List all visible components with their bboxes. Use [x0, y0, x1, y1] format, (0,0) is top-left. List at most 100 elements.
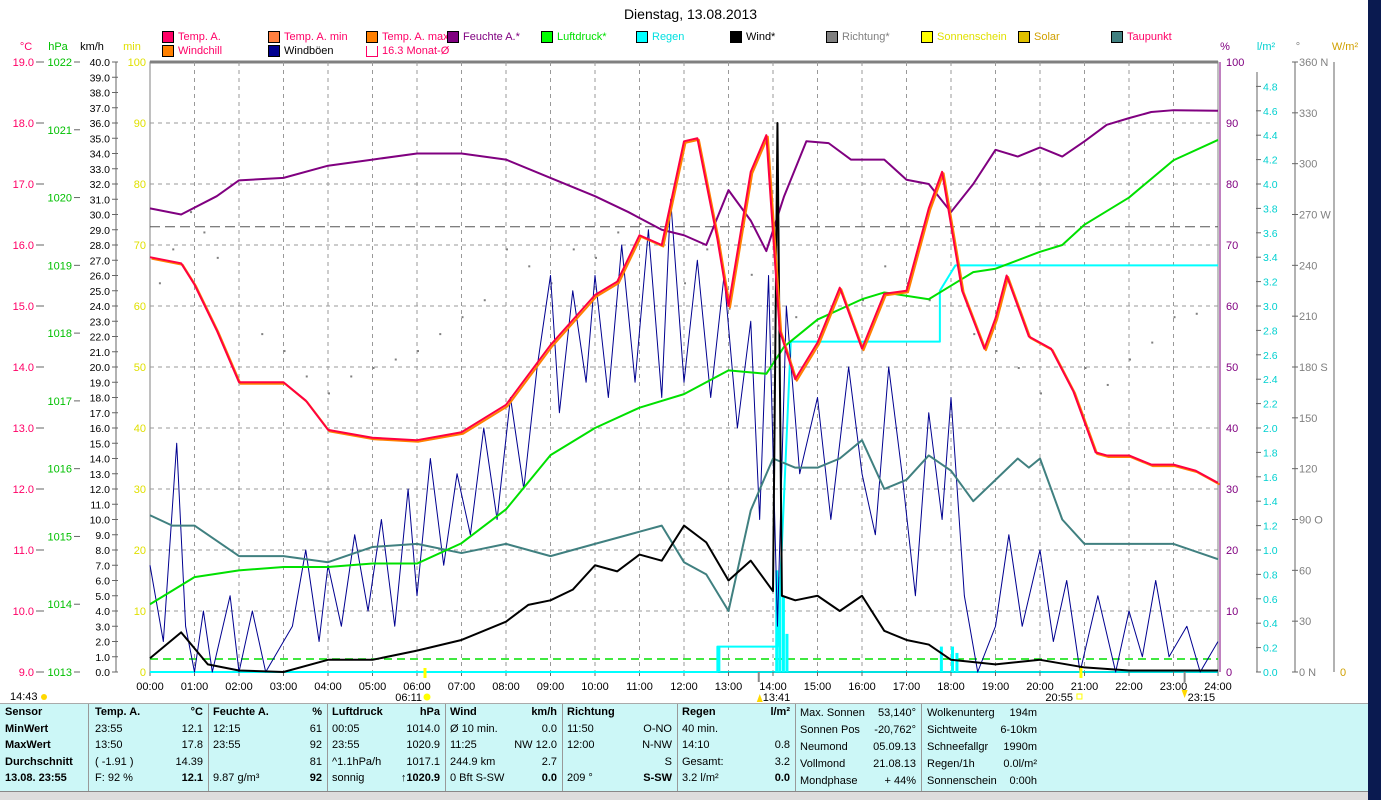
solar-unit: W/m²: [1332, 41, 1359, 53]
wind-tick-label: 35.0: [90, 133, 111, 145]
cell-value: 2.7: [541, 755, 557, 768]
stats-table: Sensor MinWert MaxWert Durchschnitt 13.0…: [0, 703, 1368, 792]
wind-tick-label: 20.0: [90, 362, 111, 374]
rain-tick-label: 3.2: [1263, 277, 1278, 289]
rain-tick-label: 0.2: [1263, 643, 1278, 655]
direction-point: [461, 316, 464, 319]
table-row: 244.9 km 2.7: [445, 754, 562, 771]
table-row: F: 92 % 12.1: [90, 770, 208, 787]
cell-value: 92: [309, 739, 322, 752]
temp-tick-label: 17.0: [13, 179, 34, 191]
direction-point: [190, 211, 193, 214]
cell: MaxWert: [5, 739, 51, 752]
min-tick-label: 100: [128, 57, 146, 69]
rain-tick-label: 4.4: [1263, 130, 1278, 142]
direction-point: [706, 248, 709, 251]
solar-tick-label: 0: [1340, 667, 1346, 679]
col-dir: Richtung 11:50 O-NO 12:00 N-NW S 209 ° S-SW: [562, 704, 678, 792]
wind-tick-label: 36.0: [90, 118, 111, 130]
pressure-tick-label: 1021: [48, 125, 72, 137]
table-row: S: [562, 754, 677, 771]
temp-tick-label: 9.0: [19, 667, 34, 679]
cell-value: O-NO: [643, 722, 672, 735]
col-rain: Regen l/m² 40 min. 14:10 0.8 Gesamt: 3.2 3.2 l/…: [677, 704, 796, 792]
chart-canvas: 19.0 18.0 17.0 16.0 15.0 14.0 13.0 12.0 11.0 10.0…: [10, 41, 1359, 703]
cell: 244.9 km: [450, 755, 496, 768]
cell: 209 °: [567, 772, 593, 785]
header-label: Feuchte A.: [213, 706, 269, 719]
temp-tick-label: 16.0: [13, 240, 34, 252]
cell: 11:25: [450, 739, 477, 752]
direction-tick-label: 360 N: [1299, 57, 1328, 69]
table-row: sonnig ↑1020.9: [327, 770, 445, 787]
pressure-tick-label: 1014: [48, 599, 72, 611]
pressure-tick-label: 1016: [48, 464, 72, 476]
rain-tick-label: 4.8: [1263, 81, 1278, 93]
cell-value: 0.0: [541, 772, 557, 785]
cell-value: 3.2: [774, 755, 790, 768]
rain-tick-label: 4.0: [1263, 179, 1278, 191]
table-row: Mondphase + 44%: [795, 772, 921, 789]
sun-icon: [423, 693, 431, 701]
wind-tick-label: 31.0: [90, 194, 111, 206]
cell-value: 05.09.13: [873, 740, 916, 753]
cell: 00:05: [332, 722, 360, 735]
col-misc: Wolkenunterg 194m Sichtweite 6-10km Schneefa…: [922, 704, 1042, 792]
time-tick-label: 07:00: [448, 681, 476, 693]
direction-point: [203, 231, 206, 234]
direction-point: [1084, 367, 1087, 369]
humidity-tick-label: 0: [1226, 667, 1232, 679]
col-press: Luftdruck hPa 00:05 1014.0 23:55 1020.9 ^1.1hP…: [327, 704, 446, 792]
direction-point: [1106, 383, 1109, 386]
table-row: 11:50 O-NO: [562, 721, 677, 738]
time-tick-label: 22:00: [1115, 681, 1143, 693]
time-tick-label: 05:00: [359, 681, 387, 693]
direction-point: [684, 282, 686, 285]
rain-tick-label: 4.6: [1263, 106, 1278, 118]
wind-tick-label: 30.0: [90, 210, 111, 222]
table-row: 13:50 17.8: [90, 737, 208, 754]
cell: 40 min.: [682, 722, 719, 735]
cell: Ø 10 min.: [450, 722, 498, 735]
direction-point: [1129, 358, 1131, 361]
min-tick-label: 70: [134, 240, 146, 252]
wind-tick-label: 23.0: [90, 316, 111, 328]
cell-value: 0.0: [541, 722, 557, 735]
direction-point: [305, 375, 308, 378]
cell: ^1.1hPa/h: [332, 755, 382, 768]
direction-point: [483, 299, 486, 302]
humidity-tick-label: 30: [1226, 484, 1238, 496]
direction-point: [158, 282, 161, 285]
col-wind: Wind km/h Ø 10 min. 0.0 11:25 NW 12.0 244.9 km…: [445, 704, 563, 792]
min-unit: min: [123, 41, 141, 53]
humidity-tick-label: 10: [1226, 606, 1238, 618]
col-hum: Feuchte A.% 12:15 61 23:55 92 81 9.87 g/m³ 92: [208, 704, 328, 792]
direction-point: [372, 367, 375, 369]
direction-point: [973, 333, 976, 336]
cell: Sensor: [5, 706, 43, 719]
direction-point: [350, 375, 353, 378]
table-row: 23:55 1020.9: [327, 737, 445, 754]
direction-point: [639, 222, 642, 225]
cell-value: ↑1020.9: [400, 772, 440, 785]
header-label: Temp. A.: [95, 706, 141, 719]
wind-tick-label: 27.0: [90, 255, 111, 267]
wind-tick-label: 37.0: [90, 103, 111, 115]
rain-bar: [785, 633, 789, 672]
rain-tick-label: 0.0: [1263, 667, 1278, 679]
direction-point: [795, 316, 798, 319]
temp-tick-label: 18.0: [13, 118, 34, 130]
cell: Sichtweite: [927, 723, 978, 736]
direction-point: [417, 350, 419, 353]
table-row: 00:05 1014.0: [327, 721, 445, 738]
cell-value: 1990m: [1003, 740, 1037, 753]
direction-tick-label: 30: [1299, 616, 1311, 628]
time-tick-label: 09:00: [537, 681, 565, 693]
direction-point: [261, 333, 264, 336]
wind-tick-label: 39.0: [90, 72, 111, 84]
time-tick-label: 10:00: [581, 681, 609, 693]
direction-point: [172, 248, 175, 251]
direction-point: [216, 256, 219, 259]
wind-tick-label: 0.0: [95, 667, 110, 679]
table-row: 40 min.: [677, 721, 795, 738]
